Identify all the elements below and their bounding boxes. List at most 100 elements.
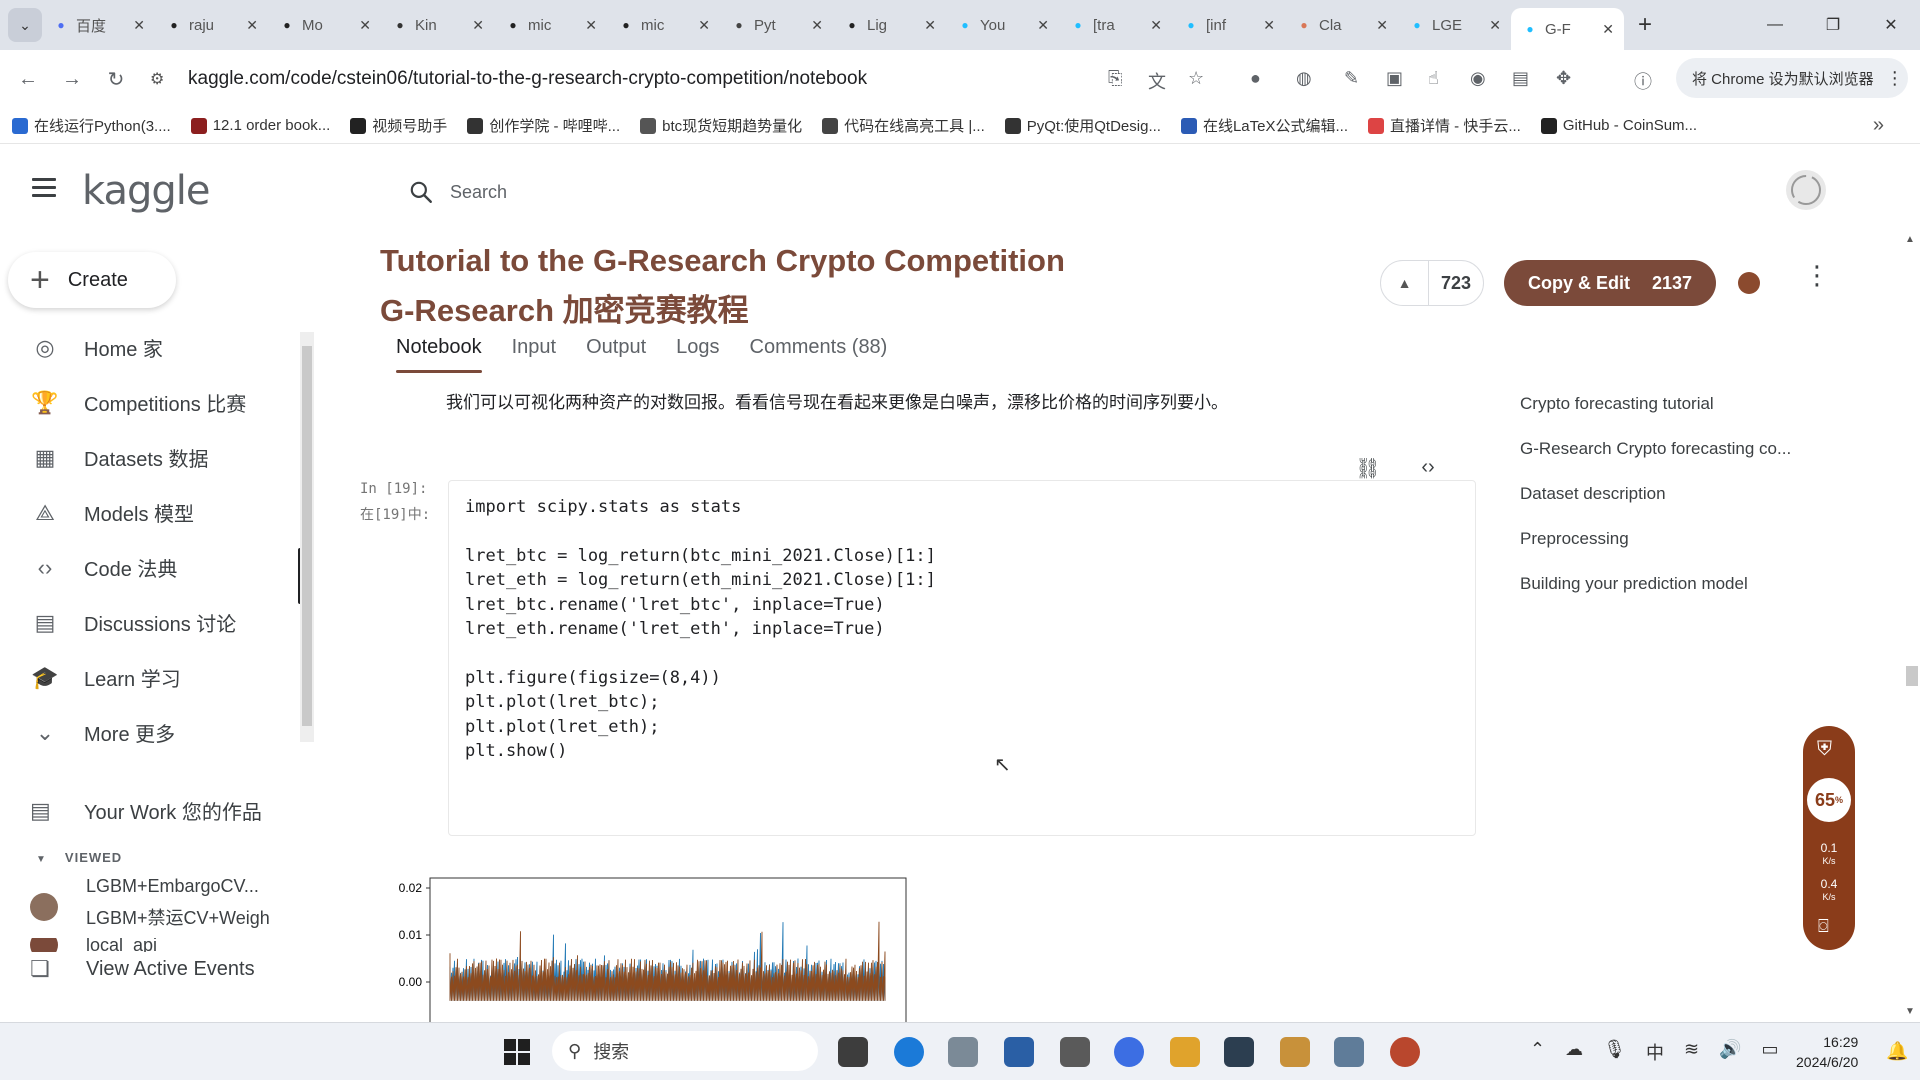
search-bar[interactable]: Search — [408, 172, 507, 212]
omnibox[interactable]: ⚙ kaggle.com/code/cstein06/tutorial-to-t… — [150, 58, 1130, 100]
bookmark-item[interactable]: btc现货短期趋势量化 — [640, 115, 802, 136]
puzzle-icon[interactable]: ✥ — [1556, 68, 1571, 89]
toc-item[interactable]: Preprocessing — [1520, 529, 1791, 574]
files-icon[interactable] — [1280, 1037, 1310, 1067]
close-tab-icon[interactable]: ✕ — [585, 17, 597, 34]
bookmark-item[interactable]: PyQt:使用QtDesig... — [1004, 115, 1161, 136]
user-avatar[interactable] — [1786, 170, 1826, 210]
notification-bell-icon[interactable]: 🔔 — [1886, 1041, 1908, 1062]
nav-item[interactable]: 🎓 Learn 学习 — [0, 650, 300, 705]
close-tab-icon[interactable]: ✕ — [1376, 17, 1388, 34]
nav-item[interactable]: ⟁ Models 模型 — [0, 485, 300, 540]
browser-tab[interactable]: ● [inf ✕ — [1172, 8, 1285, 42]
bookmark-star-icon[interactable]: ☆ — [1188, 68, 1204, 89]
record-icon[interactable]: ◉ — [1470, 68, 1486, 89]
notebook-tab[interactable]: Logs — [676, 336, 719, 369]
upvote-arrow-icon[interactable]: ▲ — [1381, 261, 1429, 305]
bookmarks-overflow-icon[interactable]: » — [1873, 114, 1884, 137]
terminal-icon[interactable] — [1224, 1037, 1254, 1067]
close-tab-icon[interactable]: ✕ — [1489, 17, 1501, 34]
bookmark-item[interactable]: 在线运行Python(3.... — [12, 115, 171, 136]
close-tab-icon[interactable]: ✕ — [472, 17, 484, 34]
your-work-link[interactable]: ▤ Your Work 您的作品 — [30, 796, 262, 825]
page-scrollbar[interactable]: ▲ ▼ — [1902, 236, 1920, 1022]
nav-item[interactable]: 🏆 Competitions 比赛 — [0, 375, 300, 430]
tray-overflow-icon[interactable]: ⌃ — [1530, 1039, 1545, 1065]
scroll-up-icon[interactable]: ▲ — [1905, 236, 1915, 245]
tools-icon[interactable] — [1334, 1037, 1364, 1067]
folder-icon[interactable] — [1170, 1037, 1200, 1067]
extension-globe-icon[interactable]: ● — [1250, 68, 1261, 89]
bookmark-item[interactable]: GitHub - CoinSum... — [1540, 117, 1697, 134]
browser-tab[interactable]: ● [tra ✕ — [1059, 8, 1172, 42]
toc-item[interactable]: Dataset description — [1520, 484, 1791, 529]
nav-item[interactable]: ▦ Datasets 数据 — [0, 430, 300, 485]
toc-item[interactable]: Building your prediction model — [1520, 574, 1791, 619]
bookmark-item[interactable]: 在线LaTeX公式编辑... — [1180, 115, 1348, 136]
copy-edit-button[interactable]: Copy & Edit 2137 — [1504, 260, 1716, 306]
camera-icon[interactable]: ⌼ — [1818, 916, 1829, 937]
bookmark-item[interactable]: 12.1 order book... — [190, 117, 330, 134]
reload-icon[interactable]: ↻ — [94, 67, 138, 92]
edge-icon[interactable] — [894, 1037, 924, 1067]
profile-icon[interactable]: ⓘ — [1634, 68, 1652, 94]
browser-tab[interactable]: ● 百度 ✕ — [42, 8, 155, 42]
create-button[interactable]: + Create — [8, 252, 176, 308]
nav-scrollbar[interactable] — [300, 332, 314, 742]
bookmark-item[interactable]: 视频号助手 — [350, 115, 447, 136]
tab-search-button[interactable]: ⌄ — [8, 8, 42, 42]
network-monitor-widget[interactable]: ⛨ 65% 0.1 K/s 0.4 K/s ⌼ — [1803, 726, 1855, 950]
chrome-icon[interactable] — [1114, 1037, 1144, 1067]
kaggle-logo[interactable]: kaggle — [82, 168, 210, 214]
ime-indicator[interactable]: 中 — [1646, 1039, 1664, 1065]
search-placeholder[interactable]: Search — [450, 182, 507, 203]
screenshot-icon[interactable]: ▤ — [1512, 68, 1529, 89]
hand-icon[interactable]: ☝ — [1428, 68, 1439, 89]
close-tab-icon[interactable]: ✕ — [133, 17, 145, 34]
wifi-icon[interactable]: ≋ — [1684, 1039, 1699, 1065]
recorder-icon[interactable] — [1390, 1037, 1420, 1067]
browser-tab[interactable]: ● raju ✕ — [155, 8, 268, 42]
browser-tab[interactable]: ● Pyt ✕ — [720, 8, 833, 42]
upvote-button[interactable]: ▲ 723 — [1380, 260, 1484, 306]
close-tab-icon[interactable]: ✕ — [811, 17, 823, 34]
bookmark-item[interactable]: 创作学院 - 哔哩哔... — [467, 115, 620, 136]
code-toggle-icon[interactable]: ‹› — [1408, 456, 1448, 481]
close-tab-icon[interactable]: ✕ — [359, 17, 371, 34]
minimize-icon[interactable]: — — [1746, 16, 1804, 34]
notebook-tab[interactable]: Notebook — [396, 336, 482, 373]
code-cell[interactable]: import scipy.stats as stats lret_btc = l… — [448, 480, 1476, 836]
browser-tab[interactable]: ● mic ✕ — [494, 8, 607, 42]
back-icon[interactable]: ← — [6, 68, 50, 91]
browser-tab[interactable]: ● Kin ✕ — [381, 8, 494, 42]
viewed-item[interactable]: LGBM+EmbargoCV... — [30, 876, 259, 897]
taskview-icon[interactable] — [838, 1037, 868, 1067]
view-active-events-link[interactable]: ❏ View Active Events — [30, 956, 255, 982]
browser-tab[interactable]: ● Mo ✕ — [268, 8, 381, 42]
translate-icon[interactable]: 文 — [1148, 68, 1166, 94]
battery-icon[interactable]: ▭ — [1761, 1039, 1778, 1065]
browser-tab[interactable]: ● LGE ✕ — [1398, 8, 1511, 42]
close-tab-icon[interactable]: ✕ — [1602, 21, 1614, 38]
forward-icon[interactable]: → — [50, 68, 94, 91]
install-app-icon[interactable]: ⎘ — [1108, 68, 1122, 89]
browser-tab[interactable]: ● Cla ✕ — [1285, 8, 1398, 42]
scroll-thumb[interactable] — [1906, 666, 1918, 686]
pen-icon[interactable]: ✎ — [1344, 68, 1359, 89]
site-info-icon[interactable]: ⚙ — [150, 69, 174, 89]
close-tab-icon[interactable]: ✕ — [698, 17, 710, 34]
browser-tab[interactable]: ● Lig ✕ — [833, 8, 946, 42]
collapse-arrow-icon[interactable]: ▼ — [36, 854, 47, 865]
close-tab-icon[interactable]: ✕ — [924, 17, 936, 34]
restore-icon[interactable]: ❐ — [1804, 15, 1862, 35]
notebook-tab[interactable]: Comments (88) — [750, 336, 888, 369]
system-clock[interactable]: 16:29 2024/6/20 — [1796, 1032, 1858, 1072]
nav-item[interactable]: ▤ Discussions 讨论 — [0, 595, 300, 650]
scroll-down-icon[interactable]: ▼ — [1905, 1006, 1915, 1017]
photos-icon[interactable] — [1004, 1037, 1034, 1067]
extension-badge-icon[interactable]: ◍ — [1296, 68, 1312, 89]
nav-item[interactable]: ‹› Code 法典 — [0, 540, 302, 604]
notebook-tab[interactable]: Input — [512, 336, 556, 369]
viewed-item[interactable]: LGBM+禁运CV+Weigh — [30, 893, 270, 930]
close-tab-icon[interactable]: ✕ — [246, 17, 258, 34]
